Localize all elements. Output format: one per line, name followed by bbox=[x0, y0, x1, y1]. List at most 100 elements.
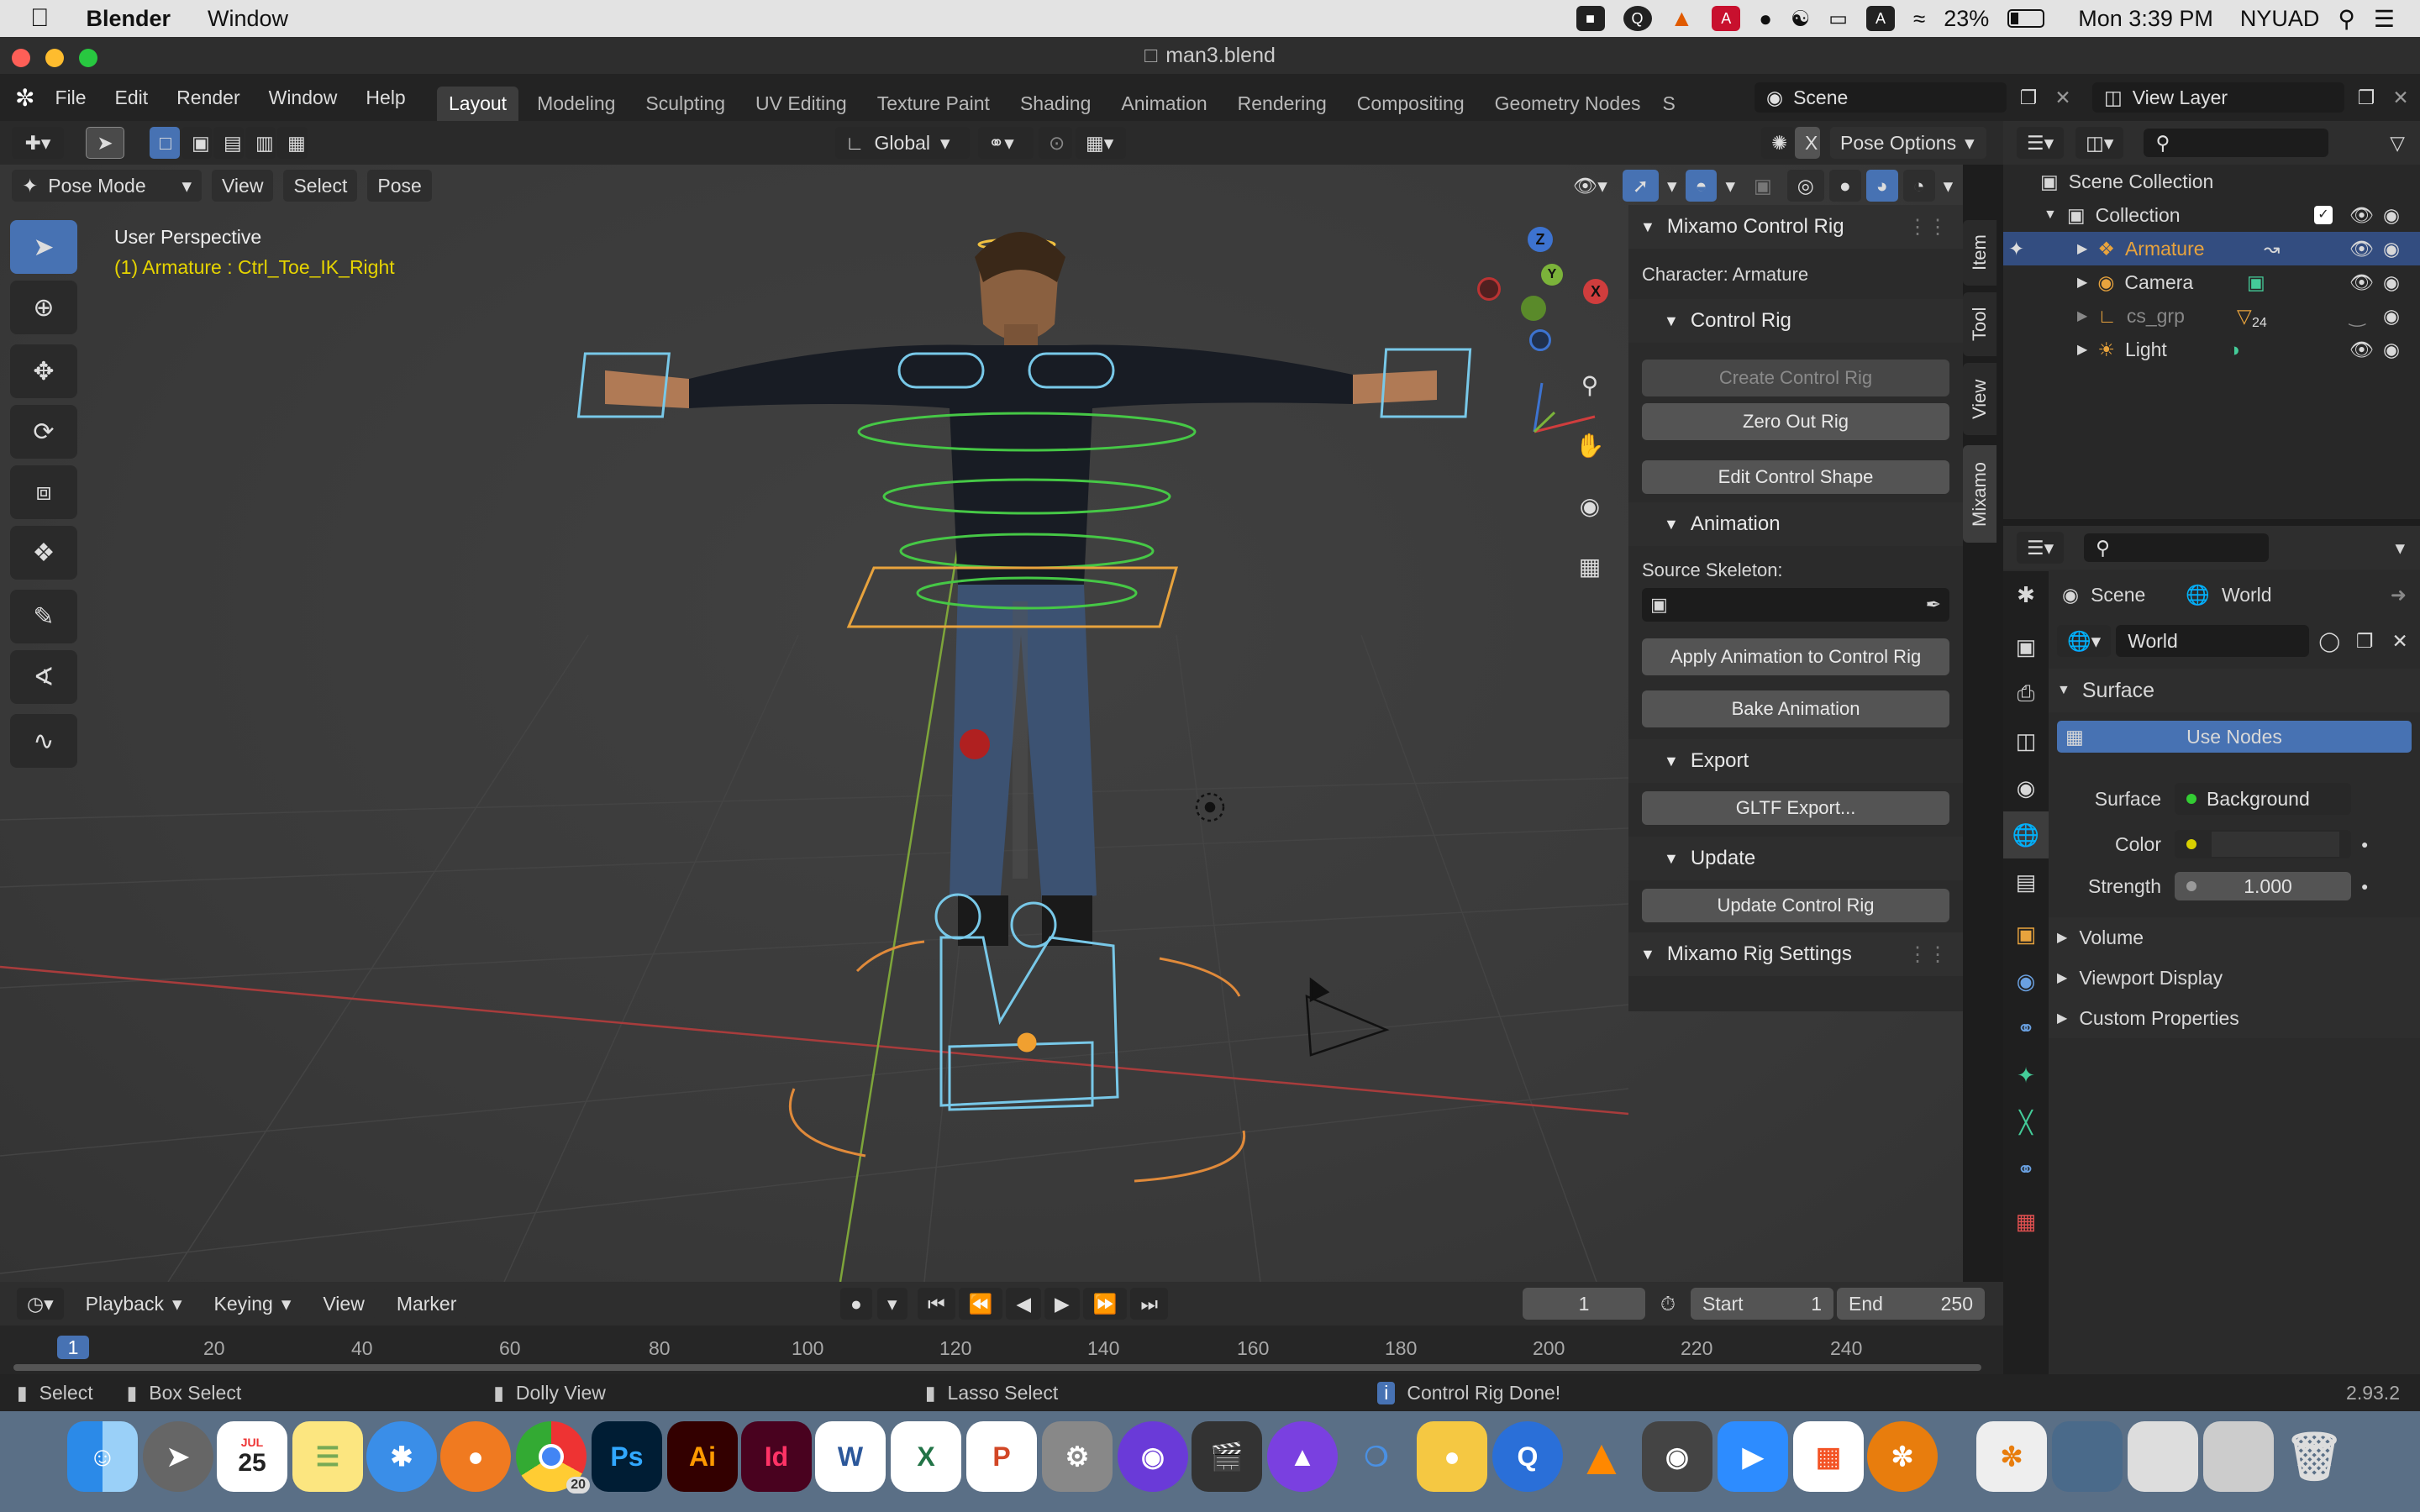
relax-pose-tool-icon[interactable]: ∿ bbox=[10, 714, 77, 768]
chevron-right-icon[interactable]: ▶ bbox=[2077, 274, 2087, 291]
camera-restrict-icon[interactable]: ◉ bbox=[2383, 271, 2400, 294]
close-window-button[interactable] bbox=[12, 49, 30, 67]
snap-target-dropdown[interactable]: ▦▾ bbox=[1076, 127, 1126, 159]
tab-sculpting[interactable]: Sculpting bbox=[634, 87, 737, 121]
chrome-icon[interactable]: 20 bbox=[516, 1421, 590, 1494]
cone-icon[interactable]: ▲ bbox=[1670, 5, 1694, 32]
animate-property-icon[interactable]: ● bbox=[2361, 837, 2368, 851]
shading-dropdown-icon[interactable]: ▾ bbox=[1940, 170, 1957, 202]
tab-geometry-nodes[interactable]: Geometry Nodes bbox=[1483, 87, 1653, 121]
cyberduck-icon[interactable]: ● bbox=[1417, 1421, 1487, 1492]
claquette-icon[interactable]: 🎬 bbox=[1192, 1421, 1262, 1492]
gizmo-y-axis[interactable]: Y bbox=[1541, 264, 1563, 286]
pan-hand-icon[interactable]: ✋ bbox=[1568, 423, 1612, 467]
scene-collection-row[interactable]: ▣ Scene Collection bbox=[2003, 165, 2420, 198]
disk-utility-icon[interactable]: ◉ bbox=[1642, 1421, 1712, 1492]
pin-icon[interactable]: ➜ bbox=[2391, 584, 2407, 606]
scene-selector[interactable]: ◉ Scene bbox=[1754, 82, 2007, 113]
user-name[interactable]: NYUAD bbox=[2240, 6, 2320, 32]
animate-property-icon[interactable]: ● bbox=[2361, 879, 2368, 893]
app-name-menu[interactable]: Blender bbox=[87, 6, 171, 32]
delete-scene-icon[interactable]: ✕ bbox=[2050, 87, 2075, 109]
timeline-editor-type-icon[interactable]: ◷▾ bbox=[17, 1288, 64, 1320]
input-source-icon[interactable]: A bbox=[1865, 6, 1895, 31]
world-tab-icon[interactable]: 🌐 bbox=[2003, 811, 2049, 858]
shading-rendered-icon[interactable]: ◔ bbox=[1902, 170, 1935, 202]
mixamo-rig-settings-panel-header[interactable]: ▼ Mixamo Rig Settings ⋮⋮ bbox=[1628, 932, 1963, 976]
menu-file[interactable]: File bbox=[46, 87, 94, 109]
timeline-view-menu[interactable]: View bbox=[313, 1288, 375, 1320]
tab-uv-editing[interactable]: UV Editing bbox=[744, 87, 859, 121]
surface-panel-header[interactable]: ▼ Surface bbox=[2049, 669, 2420, 712]
modifiers-tab-icon[interactable]: ◉ bbox=[2003, 958, 2049, 1005]
video-icon[interactable]: ■ bbox=[1576, 6, 1605, 31]
pose-options-dropdown[interactable]: Pose Options ▾ bbox=[1830, 127, 1986, 159]
eyedropper-icon[interactable]: ✒ bbox=[1926, 594, 1941, 616]
light-data-icon[interactable]: ◑ bbox=[2228, 339, 2240, 361]
powerpoint-icon[interactable]: P bbox=[966, 1421, 1037, 1492]
frame-ruler[interactable]: 1 20 40 60 80 100 120 140 160 180 200 22… bbox=[0, 1326, 2003, 1374]
fake-user-icon[interactable]: ◯ bbox=[2314, 630, 2344, 653]
zero-out-rig-button[interactable]: Zero Out Rig bbox=[1642, 403, 1949, 440]
snap-toggle[interactable]: ⊙ bbox=[1039, 127, 1072, 159]
gizmo-z-axis[interactable]: Z bbox=[1528, 227, 1553, 252]
tab-rendering[interactable]: Rendering bbox=[1226, 87, 1339, 121]
screenshot-thumb-2[interactable] bbox=[2128, 1421, 2198, 1492]
eye-icon[interactable]: 👁 bbox=[2349, 204, 2374, 227]
keyframe-type-dropdown[interactable]: ▾ bbox=[877, 1288, 908, 1320]
tweak-tool-button[interactable]: ➤ bbox=[86, 127, 124, 159]
search-q-icon[interactable]: Q bbox=[1623, 6, 1652, 31]
ortho-grid-icon[interactable]: ▦ bbox=[1568, 544, 1612, 588]
tab-compositing[interactable]: Compositing bbox=[1345, 87, 1476, 121]
strength-field[interactable]: 1.000 bbox=[2175, 872, 2351, 900]
world-browse-icon[interactable]: 🌐▾ bbox=[2057, 625, 2112, 657]
collection-row[interactable]: ▼ ▣ Collection ✓ 👁 ◉ bbox=[2003, 198, 2420, 232]
unlink-world-icon[interactable]: ✕ bbox=[2385, 630, 2415, 653]
transform-orientation-dropdown[interactable]: ∟ Global ▾ bbox=[835, 127, 970, 159]
object-tab-icon[interactable]: ▣ bbox=[2003, 911, 2049, 958]
overlay-dropdown-icon[interactable]: ▾ bbox=[1722, 170, 1739, 202]
duplicate-world-icon[interactable]: ❐ bbox=[2349, 630, 2380, 653]
camera-view-icon[interactable]: ◉ bbox=[1568, 484, 1612, 528]
screenshot-thumb-1[interactable] bbox=[2052, 1421, 2123, 1492]
illustrator-icon[interactable]: Ai bbox=[667, 1421, 738, 1492]
marker-menu[interactable]: Marker bbox=[386, 1288, 467, 1320]
launchpad-icon[interactable]: ➤ bbox=[143, 1421, 213, 1492]
new-scene-icon[interactable]: ❐ bbox=[2013, 87, 2044, 109]
zoom-view-icon[interactable]: ⚲ bbox=[1568, 363, 1612, 407]
arc-icon[interactable]: ▲ bbox=[1267, 1421, 1338, 1492]
move-tool-icon[interactable]: ✥ bbox=[10, 344, 77, 398]
cursor-tool-icon[interactable]: ⊕ bbox=[10, 281, 77, 334]
create-control-rig-button[interactable]: Create Control Rig bbox=[1642, 360, 1949, 396]
stopwatch-icon[interactable]: ⏱ bbox=[1660, 1293, 1676, 1315]
apply-animation-button[interactable]: Apply Animation to Control Rig bbox=[1642, 638, 1949, 675]
camera-restrict-icon[interactable]: ◉ bbox=[2383, 305, 2400, 328]
jump-start-icon[interactable]: ⏮ bbox=[918, 1288, 955, 1320]
current-frame-field[interactable]: 1 bbox=[1523, 1288, 1645, 1320]
custom-properties-panel-header[interactable]: ▶ Custom Properties bbox=[2049, 998, 2420, 1038]
microsoft-office-icon[interactable]: ▦ bbox=[1793, 1421, 1864, 1492]
shading-wireframe-icon[interactable]: ◎ bbox=[1786, 170, 1824, 202]
rotate-tool-icon[interactable]: ⟳ bbox=[10, 405, 77, 459]
viewport-display-panel-header[interactable]: ▶ Viewport Display bbox=[2049, 958, 2420, 998]
prev-keyframe-icon[interactable]: ⏪ bbox=[958, 1288, 1003, 1320]
camera-restrict-icon[interactable]: ◉ bbox=[2383, 339, 2400, 361]
control-center-icon[interactable]: ☰ bbox=[2374, 5, 2395, 33]
editor-type-button[interactable]: ✚▾ bbox=[12, 127, 64, 159]
mesh-children-icon[interactable]: ▽ bbox=[2237, 305, 2252, 328]
next-keyframe-icon[interactable]: ⏩ bbox=[1082, 1288, 1128, 1320]
export-subpanel-header[interactable]: ▼ Export bbox=[1628, 739, 1963, 783]
texture-tab-icon[interactable]: ▦ bbox=[2003, 1198, 2049, 1245]
outliner-row-light[interactable]: ▶ ☀ Light ◑ 👁 ◉ bbox=[2003, 333, 2420, 366]
menu-edit[interactable]: Edit bbox=[107, 87, 157, 109]
measure-tool-icon[interactable]: ∢ bbox=[10, 650, 77, 704]
play-reverse-icon[interactable]: ◀ bbox=[1006, 1288, 1042, 1320]
source-skeleton-field[interactable]: ▣ ✒ bbox=[1642, 588, 1949, 622]
bluetooth-icon[interactable]: ❍ bbox=[1341, 1421, 1412, 1492]
jump-end-icon[interactable]: ⏭ bbox=[1130, 1288, 1169, 1320]
firefox-icon[interactable]: ● bbox=[440, 1421, 511, 1492]
keying-menu[interactable]: Keying ▾ bbox=[203, 1288, 302, 1320]
chevron-right-icon[interactable]: ▶ bbox=[2077, 240, 2087, 257]
xray-toggle-icon[interactable]: ▣ bbox=[1744, 170, 1782, 202]
tool-tab-icon[interactable]: ✱ bbox=[2003, 571, 2049, 618]
